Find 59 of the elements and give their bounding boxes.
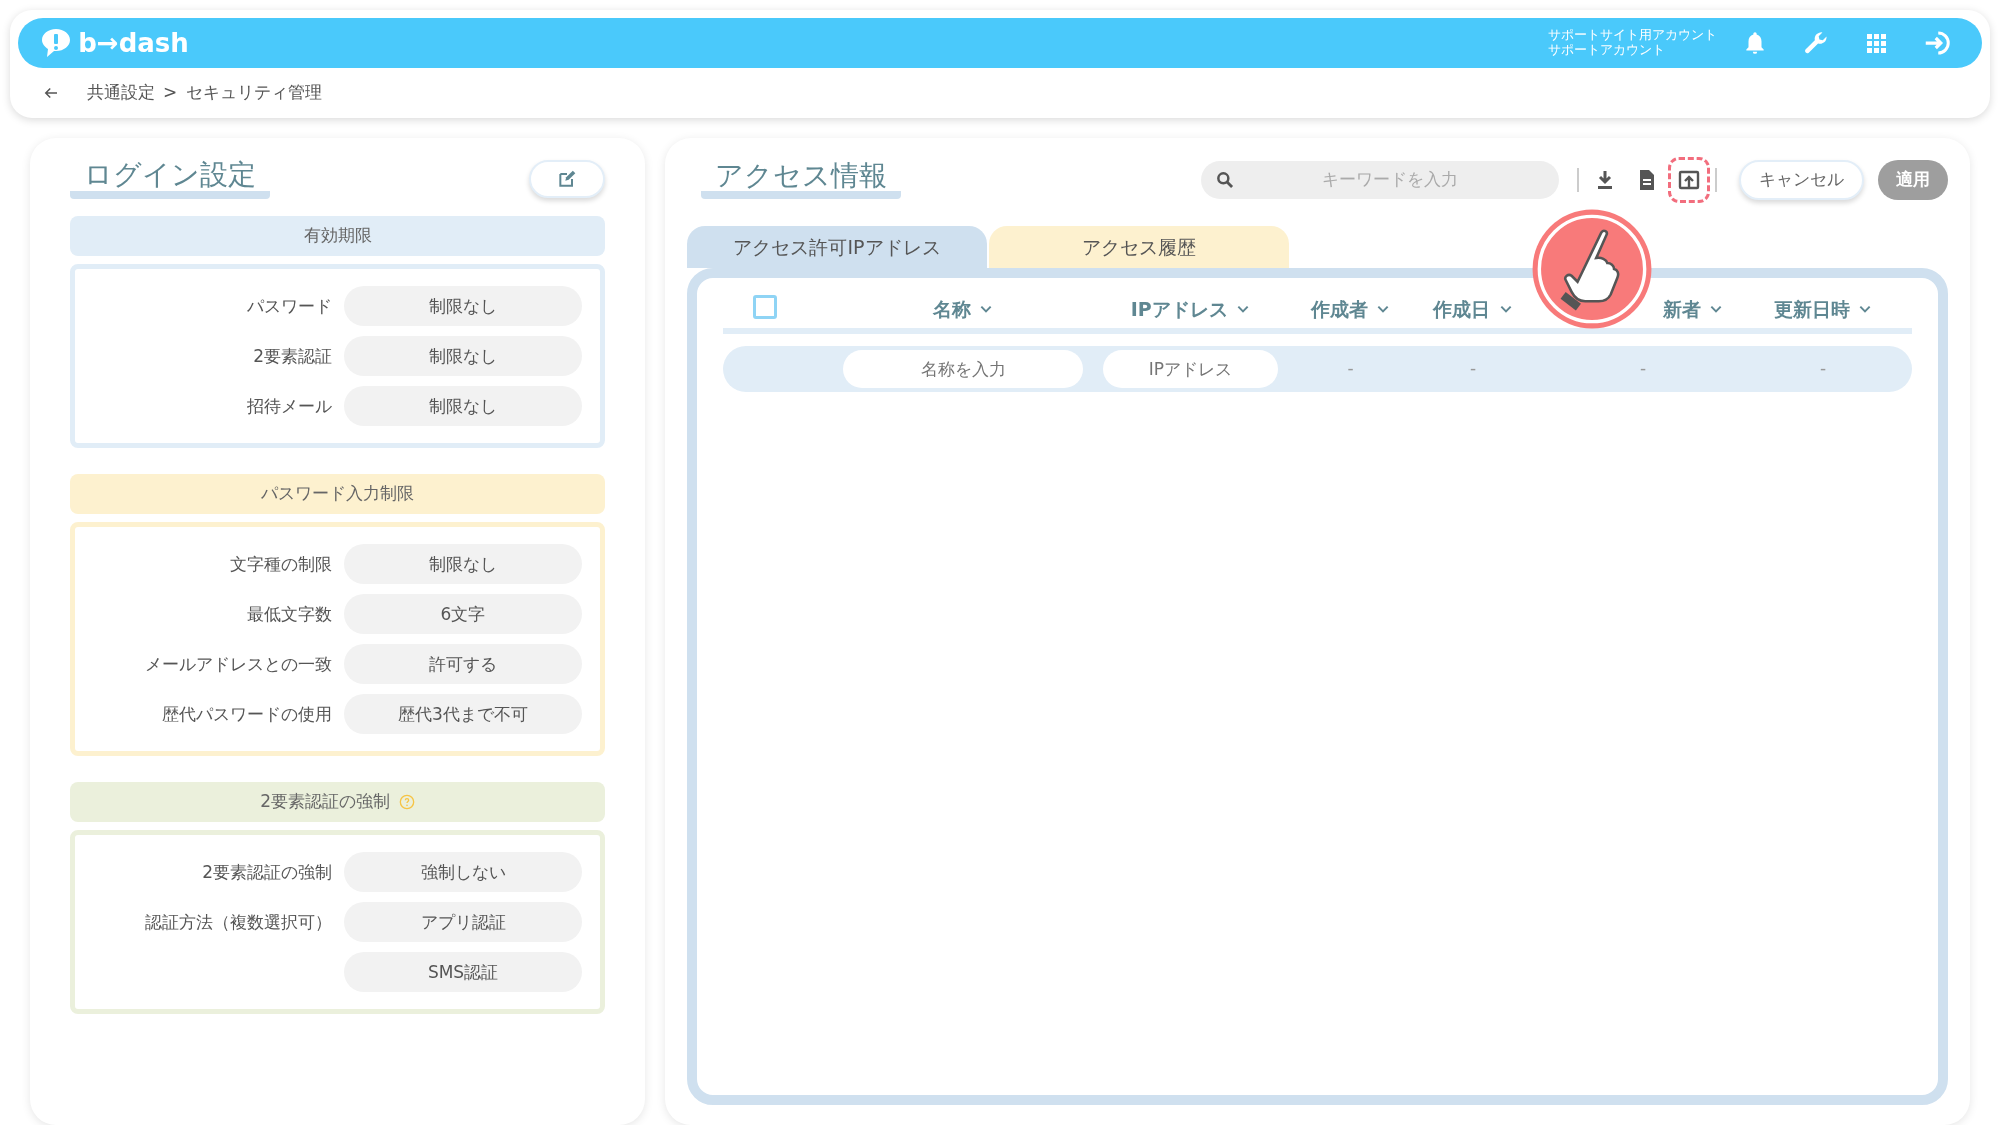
empty-cell-text: - — [1639, 357, 1647, 381]
account-name: サポートサイト用アカウント — [1547, 28, 1717, 43]
column-header[interactable]: 作成者 — [1310, 294, 1391, 324]
column-label: 作成日 — [1433, 296, 1491, 322]
setting-value: 制限なし — [344, 544, 582, 585]
column-header[interactable]: IPアドレス — [1130, 294, 1251, 324]
select-all-checkbox[interactable] — [753, 294, 777, 319]
setting-label: 文字種の制限 — [229, 552, 332, 576]
setting-label: 歴代パスワードの使用 — [161, 702, 332, 726]
setting-label: メールアドレスとの一致 — [144, 652, 332, 676]
setting-value: アプリ認証 — [344, 902, 582, 943]
search-field[interactable]: キーワードを入力 — [1201, 161, 1559, 199]
grid-menu-icon[interactable] — [1864, 31, 1888, 55]
setting-label: 最低文字数 — [246, 602, 332, 626]
tab[interactable]: アクセス履歴 — [989, 226, 1289, 268]
section-title: 2要素認証の強制 — [260, 790, 391, 814]
setting-value: SMS認証 — [344, 952, 582, 993]
account-name: サポートアカウント — [1547, 43, 1666, 58]
help-icon[interactable] — [398, 793, 415, 810]
panel-title: アクセス情報 — [701, 160, 901, 200]
column-header[interactable]: 作成日 — [1433, 294, 1513, 324]
column-label: 作成者 — [1310, 296, 1368, 322]
filter-input[interactable]: 名称を入力 — [843, 350, 1083, 388]
column-header[interactable]: 更新日時 — [1773, 294, 1873, 324]
breadcrumb-separator: > — [163, 81, 178, 104]
edit-icon — [557, 169, 577, 190]
setting-label: 2要素認証 — [252, 344, 332, 368]
column-label: 新者 — [1662, 296, 1701, 322]
edit-button[interactable] — [529, 160, 605, 199]
setting-label: パスワード — [246, 294, 332, 318]
search-placeholder: キーワードを入力 — [1321, 168, 1459, 192]
setting-value: 歴代3代まで不可 — [344, 694, 582, 735]
section-title: パスワード入力制限 — [261, 482, 414, 506]
column-label: 名称 — [932, 296, 971, 322]
filter-input[interactable]: IPアドレス — [1103, 350, 1278, 388]
column-header[interactable]: 名称 — [932, 294, 994, 324]
setting-value: 制限なし — [344, 336, 582, 377]
setting-value: 強制しない — [344, 852, 582, 893]
panel-title: ログイン設定 — [70, 160, 270, 199]
empty-cell-text: - — [1469, 357, 1477, 381]
breadcrumb-link[interactable]: 共通設定 — [86, 80, 155, 106]
section-title: 有効期限 — [303, 224, 372, 248]
setting-label: 招待メール — [246, 394, 332, 418]
empty-cell-text: - — [1347, 357, 1354, 381]
setting-label: 認証方法（複数選択可） — [144, 910, 332, 934]
setting-value: 制限なし — [344, 286, 582, 327]
upload-icon — [1677, 168, 1701, 192]
setting-value: 6文字 — [344, 594, 582, 635]
tab[interactable]: アクセス許可IPアドレス — [687, 226, 987, 268]
column-label: 更新日時 — [1773, 296, 1850, 322]
search-icon — [1215, 170, 1235, 190]
setting-value: 制限なし — [344, 386, 582, 427]
empty-cell-text: - — [1819, 357, 1827, 381]
setting-label: 2要素認証の強制 — [201, 860, 332, 884]
cancel-button[interactable]: キャンセル — [1739, 160, 1864, 200]
setting-value: 許可する — [344, 644, 582, 685]
column-header[interactable]: 新者 — [1662, 294, 1723, 324]
breadcrumb-link[interactable]: セキュリティ管理 — [185, 80, 322, 106]
column-label: IPアドレス — [1130, 296, 1228, 322]
